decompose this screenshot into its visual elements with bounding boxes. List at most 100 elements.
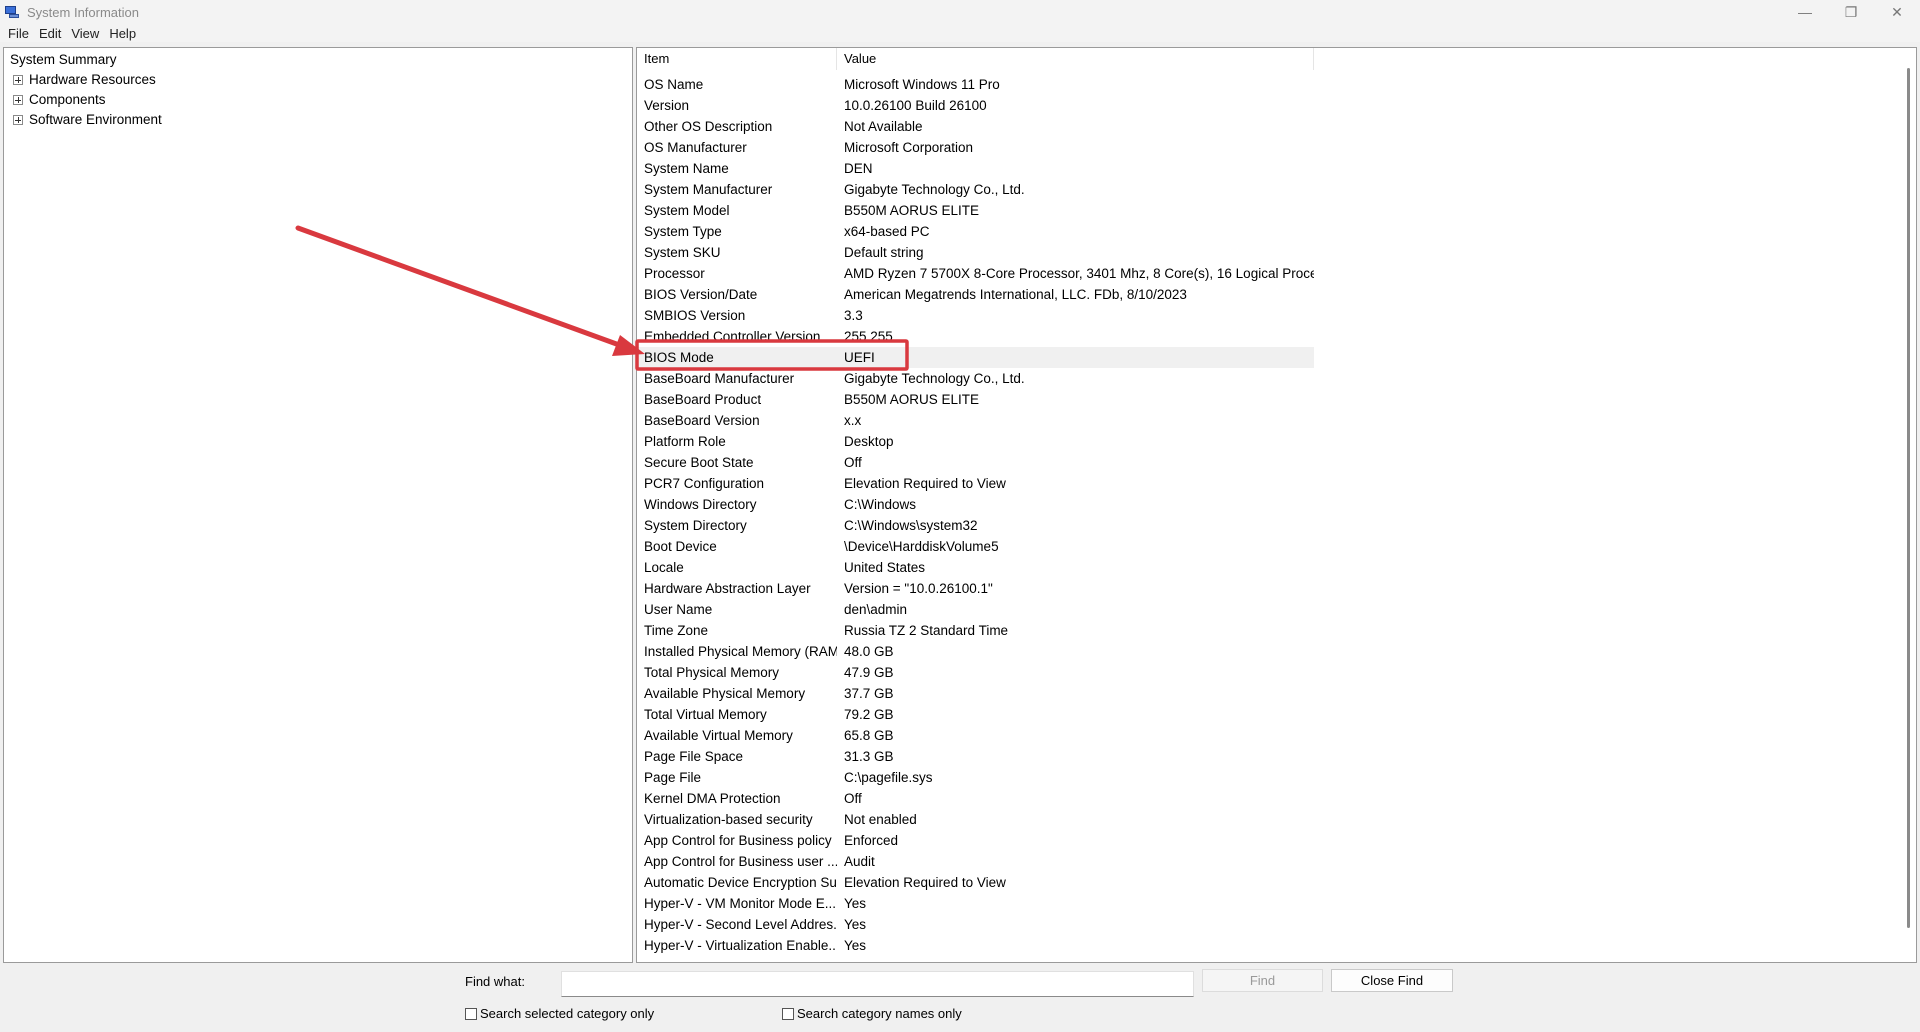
table-row[interactable]: Available Virtual Memory 65.8 GB	[637, 725, 1314, 746]
menu-edit[interactable]: Edit	[34, 26, 66, 41]
table-row[interactable]: System Name DEN	[637, 158, 1314, 179]
row-item-cell: Windows Directory	[644, 497, 757, 512]
table-row[interactable]: Installed Physical Memory (RAM) 48.0 GB	[637, 641, 1314, 662]
minimize-button[interactable]: —	[1782, 0, 1828, 24]
details-list[interactable]: Item Value OS Name Microsoft Windows 11 P…	[636, 47, 1917, 963]
row-value-cell: Not enabled	[844, 812, 917, 827]
find-bar: Find what: Find Close Find Search select…	[0, 963, 1920, 1032]
table-row[interactable]: Hardware Abstraction Layer Version = "10.…	[637, 578, 1314, 599]
row-item-cell: BIOS Version/Date	[644, 287, 758, 302]
find-input[interactable]	[561, 971, 1194, 997]
row-item-cell: Virtualization-based security	[644, 812, 813, 827]
table-row[interactable]: PCR7 Configuration Elevation Required to …	[637, 473, 1314, 494]
row-value-cell: 31.3 GB	[844, 749, 894, 764]
row-item-cell: Hyper-V - Second Level Addres...	[644, 917, 837, 932]
list-rows: OS Name Microsoft Windows 11 Pro Version 10…	[637, 74, 1314, 956]
table-row[interactable]: OS Manufacturer Microsoft Corporation	[637, 137, 1314, 158]
table-row[interactable]: BaseBoard Product B550M AORUS ELITE	[637, 389, 1314, 410]
table-row[interactable]: Boot Device \Device\HarddiskVolume5	[637, 536, 1314, 557]
table-row[interactable]: App Control for Business user ... Audit	[637, 851, 1314, 872]
category-tree[interactable]: System Summary Hardware Resources Compon…	[3, 47, 633, 963]
row-value-cell: \Device\HarddiskVolume5	[844, 539, 999, 554]
row-item-cell: Boot Device	[644, 539, 717, 554]
menu-view[interactable]: View	[66, 26, 104, 41]
title-bar: System Information — ❐ ✕	[0, 0, 1920, 24]
row-item-cell: System Directory	[644, 518, 747, 533]
tree-item-hardware-resources[interactable]: Hardware Resources	[13, 70, 156, 90]
table-row[interactable]: Hyper-V - VM Monitor Mode E... Yes	[637, 893, 1314, 914]
expand-plus-icon[interactable]	[13, 95, 23, 105]
table-row[interactable]: Secure Boot State Off	[637, 452, 1314, 473]
table-row[interactable]: User Name den\admin	[637, 599, 1314, 620]
find-button[interactable]: Find	[1202, 969, 1323, 992]
row-item-cell: OS Name	[644, 77, 704, 92]
column-header-value[interactable]: Value	[837, 48, 1314, 70]
vertical-scrollbar[interactable]	[1907, 68, 1910, 928]
row-item-cell: Platform Role	[644, 434, 726, 449]
table-row[interactable]: Page File Space 31.3 GB	[637, 746, 1314, 767]
table-row[interactable]: Windows Directory C:\Windows	[637, 494, 1314, 515]
table-row[interactable]: Available Physical Memory 37.7 GB	[637, 683, 1314, 704]
table-row[interactable]: System Directory C:\Windows\system32	[637, 515, 1314, 536]
table-row[interactable]: Other OS Description Not Available	[637, 116, 1314, 137]
menu-help[interactable]: Help	[104, 26, 141, 41]
table-row[interactable]: Embedded Controller Version 255.255	[637, 326, 1314, 347]
expand-plus-icon[interactable]	[13, 75, 23, 85]
row-item-cell: Other OS Description	[644, 119, 773, 134]
checkbox-box[interactable]	[782, 1007, 794, 1020]
row-item-cell: OS Manufacturer	[644, 140, 747, 155]
tree-item-software-environment[interactable]: Software Environment	[13, 110, 162, 130]
row-value-cell: x.x	[844, 413, 862, 428]
row-value-cell: Yes	[844, 896, 867, 911]
expand-plus-icon[interactable]	[13, 115, 23, 125]
table-row[interactable]: Automatic Device Encryption Su... Elevati…	[637, 872, 1314, 893]
table-row[interactable]: OS Name Microsoft Windows 11 Pro	[637, 74, 1314, 95]
table-row[interactable]: System Manufacturer Gigabyte Technology C…	[637, 179, 1314, 200]
table-row[interactable]: Kernel DMA Protection Off	[637, 788, 1314, 809]
row-item-cell: Available Virtual Memory	[644, 728, 793, 743]
table-row[interactable]: App Control for Business policy Enforced	[637, 830, 1314, 851]
table-row[interactable]: Platform Role Desktop	[637, 431, 1314, 452]
table-row[interactable]: Hyper-V - Second Level Addres... Yes	[637, 914, 1314, 935]
row-item-cell: Kernel DMA Protection	[644, 791, 781, 806]
table-row[interactable]: Total Virtual Memory 79.2 GB	[637, 704, 1314, 725]
maximize-button[interactable]: ❐	[1828, 0, 1874, 24]
tree-item-label: Components	[29, 92, 106, 107]
row-value-cell: Default string	[844, 245, 924, 260]
table-row[interactable]: Total Physical Memory 47.9 GB	[637, 662, 1314, 683]
close-find-button[interactable]: Close Find	[1331, 969, 1453, 992]
row-value-cell: AMD Ryzen 7 5700X 8-Core Processor, 3401…	[844, 266, 1314, 281]
table-row[interactable]: Processor AMD Ryzen 7 5700X 8-Core Proces…	[637, 263, 1314, 284]
menu-file[interactable]: File	[3, 26, 34, 41]
row-value-cell: DEN	[844, 161, 873, 176]
table-row[interactable]: Locale United States	[637, 557, 1314, 578]
table-row[interactable]: Page File C:\pagefile.sys	[637, 767, 1314, 788]
table-row[interactable]: System SKU Default string	[637, 242, 1314, 263]
row-item-cell: Total Physical Memory	[644, 665, 780, 680]
table-row[interactable]: SMBIOS Version 3.3	[637, 305, 1314, 326]
table-row[interactable]: BIOS Mode UEFI	[637, 347, 1314, 368]
row-value-cell: x64-based PC	[844, 224, 930, 239]
row-value-cell: B550M AORUS ELITE	[844, 203, 980, 218]
row-value-cell: Elevation Required to View	[844, 875, 1006, 890]
tree-item-components[interactable]: Components	[13, 90, 106, 110]
row-item-cell: Page File	[644, 770, 702, 785]
column-header-item[interactable]: Item	[637, 48, 837, 70]
row-item-cell: System Type	[644, 224, 722, 239]
table-row[interactable]: BIOS Version/Date American Megatrends Int…	[637, 284, 1314, 305]
table-row[interactable]: Virtualization-based security Not enabled	[637, 809, 1314, 830]
table-row[interactable]: Hyper-V - Virtualization Enable... Yes	[637, 935, 1314, 956]
table-row[interactable]: Version 10.0.26100 Build 26100	[637, 95, 1314, 116]
table-row[interactable]: System Type x64-based PC	[637, 221, 1314, 242]
table-row[interactable]: BaseBoard Version x.x	[637, 410, 1314, 431]
search-category-names-checkbox[interactable]: Search category names only	[782, 1006, 962, 1021]
close-button[interactable]: ✕	[1874, 0, 1920, 24]
table-row[interactable]: BaseBoard Manufacturer Gigabyte Technolog…	[637, 368, 1314, 389]
table-row[interactable]: Time Zone Russia TZ 2 Standard Time	[637, 620, 1314, 641]
search-selected-category-checkbox[interactable]: Search selected category only	[465, 1006, 654, 1021]
row-item-cell: Automatic Device Encryption Su...	[644, 875, 837, 890]
tree-item-system-summary[interactable]: System Summary	[10, 50, 117, 70]
row-value-cell: 3.3	[844, 308, 863, 323]
table-row[interactable]: System Model B550M AORUS ELITE	[637, 200, 1314, 221]
checkbox-box[interactable]	[465, 1007, 477, 1020]
